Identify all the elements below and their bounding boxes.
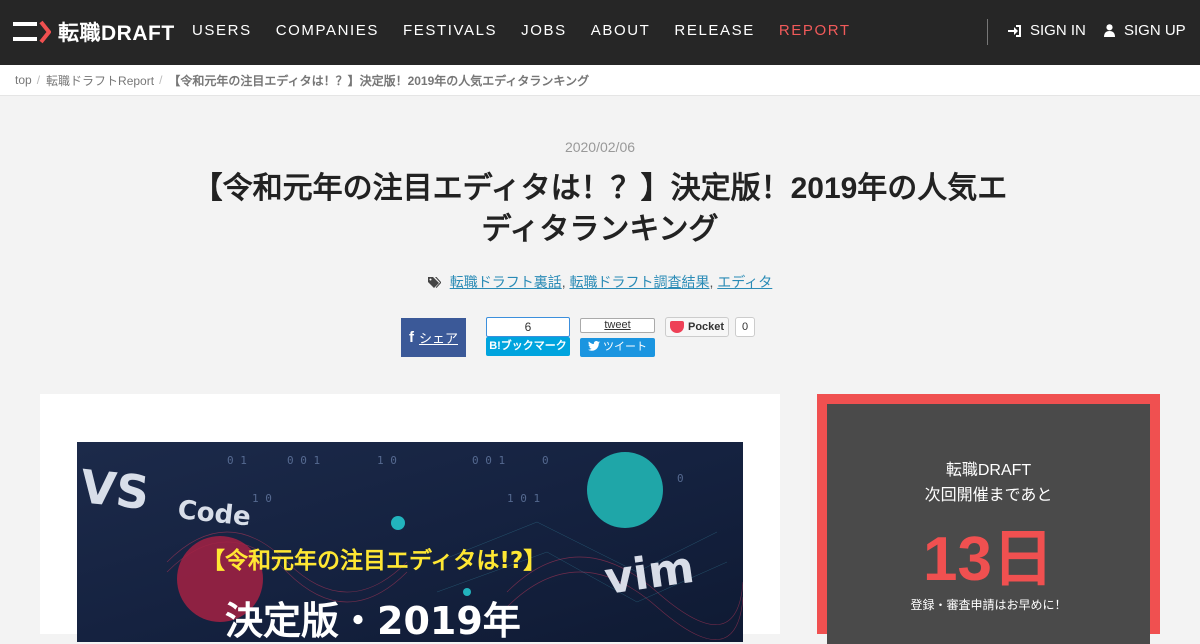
nav-companies[interactable]: COMPANIES xyxy=(276,22,379,39)
breadcrumb-report[interactable]: 転職ドラフトReport xyxy=(46,72,154,89)
article-hero-image: 0 10 0 11 0 0 0 101 1 01 01 0 1 VS xyxy=(77,442,743,642)
sign-up-link[interactable]: SIGN UP xyxy=(1104,22,1186,39)
article-title: 【令和元年の注目エディタは！？】決定版！2019年の人気エディタランキング xyxy=(192,172,1008,246)
nav-jobs[interactable]: JOBS xyxy=(521,22,567,39)
facebook-share-button[interactable]: f シェア xyxy=(401,318,466,357)
article-date: 2020/02/06 xyxy=(564,139,636,155)
breadcrumb: top / 転職ドラフトReport / 【令和元年の注目エディタは！？】決定版… xyxy=(0,65,1200,96)
svg-text:1 0: 1 0 xyxy=(377,454,397,467)
sign-up-label: SIGN UP xyxy=(1124,22,1186,39)
svg-text:1 0: 1 0 xyxy=(252,492,272,505)
nav-divider xyxy=(987,19,988,45)
svg-text:1 0 1: 1 0 1 xyxy=(507,492,540,505)
svg-text:0: 0 xyxy=(542,454,549,467)
twitter-icon xyxy=(588,341,600,351)
countdown-brand: 転職DRAFT xyxy=(945,462,1032,479)
sign-in-label: SIGN IN xyxy=(1030,22,1086,39)
tweet-count: tweet xyxy=(580,318,655,333)
svg-text:0: 0 xyxy=(677,472,684,485)
user-icon xyxy=(1104,24,1115,37)
pocket-icon xyxy=(670,321,684,333)
tweet-button[interactable]: tweet ツイート xyxy=(580,318,655,357)
countdown-note: 登録・審査申請はお早めに！ xyxy=(910,598,1067,612)
next-event-countdown[interactable]: 転職DRAFT 次回開催まであと 13日 登録・審査申請はお早めに！ xyxy=(817,394,1160,644)
svg-text:0 0 1: 0 0 1 xyxy=(472,454,505,467)
hero-headline-2: 決定版・2019年 xyxy=(225,599,521,642)
hero-vs-text: VS xyxy=(78,459,152,520)
sign-in-link[interactable]: SIGN IN xyxy=(1008,22,1086,39)
main-nav: USERS COMPANIES FESTIVALS JOBS ABOUT REL… xyxy=(192,22,875,39)
hatena-bookmark-count: 6 xyxy=(486,317,570,337)
hero-headline-1: 【令和元年の注目エディタは!?】 xyxy=(202,547,546,574)
nav-report[interactable]: REPORT xyxy=(779,22,851,39)
hatena-bookmark-button[interactable]: 6 B!ブックマーク xyxy=(486,317,570,357)
tag-link[interactable]: 転職ドラフト調査結果 xyxy=(569,272,709,292)
top-navigation-bar: 転職DRAFT USERS COMPANIES FESTIVALS JOBS A… xyxy=(0,0,1200,65)
article-tags: 転職ドラフト裏話, 転職ドラフト調査結果, エディタ xyxy=(0,272,1200,292)
nav-release[interactable]: RELEASE xyxy=(674,22,754,39)
pocket-button[interactable]: Pocket 0 xyxy=(665,317,756,337)
tag-link[interactable]: エディタ xyxy=(717,272,772,292)
countdown-label: 次回開催まであと xyxy=(924,487,1053,504)
facebook-icon: f xyxy=(408,329,414,346)
breadcrumb-current: 【令和元年の注目エディタは！？】決定版！2019年の人気エディタランキング xyxy=(168,73,590,88)
breadcrumb-top[interactable]: top xyxy=(15,73,32,87)
svg-text:0 1: 0 1 xyxy=(227,454,247,467)
svg-text:0 0 1: 0 0 1 xyxy=(287,454,320,467)
logo-mark-icon xyxy=(13,20,51,44)
tag-icon xyxy=(427,276,441,288)
nav-users[interactable]: USERS xyxy=(192,22,252,39)
tweet-label: ツイート xyxy=(603,341,647,353)
countdown-days: 13日 xyxy=(923,525,1054,594)
site-logo[interactable]: 転職DRAFT xyxy=(13,19,175,45)
article-card: 0 10 0 11 0 0 0 101 1 01 01 0 1 VS xyxy=(40,394,780,642)
nav-about[interactable]: ABOUT xyxy=(591,22,651,39)
nav-festivals[interactable]: FESTIVALS xyxy=(403,22,497,39)
hero-graphic: 0 10 0 11 0 0 0 101 1 01 01 0 1 VS xyxy=(77,442,743,642)
pocket-count: 0 xyxy=(735,317,756,337)
facebook-share-label: シェア xyxy=(418,331,458,346)
pocket-label: Pocket xyxy=(688,321,725,333)
tag-link[interactable]: 転職ドラフト裏話 xyxy=(450,272,562,292)
hatena-bookmark-label: ブックマーク xyxy=(500,340,567,352)
sign-in-icon xyxy=(1008,24,1021,37)
logo-text: 転職DRAFT xyxy=(58,22,175,45)
hatena-icon: B! xyxy=(489,340,501,352)
